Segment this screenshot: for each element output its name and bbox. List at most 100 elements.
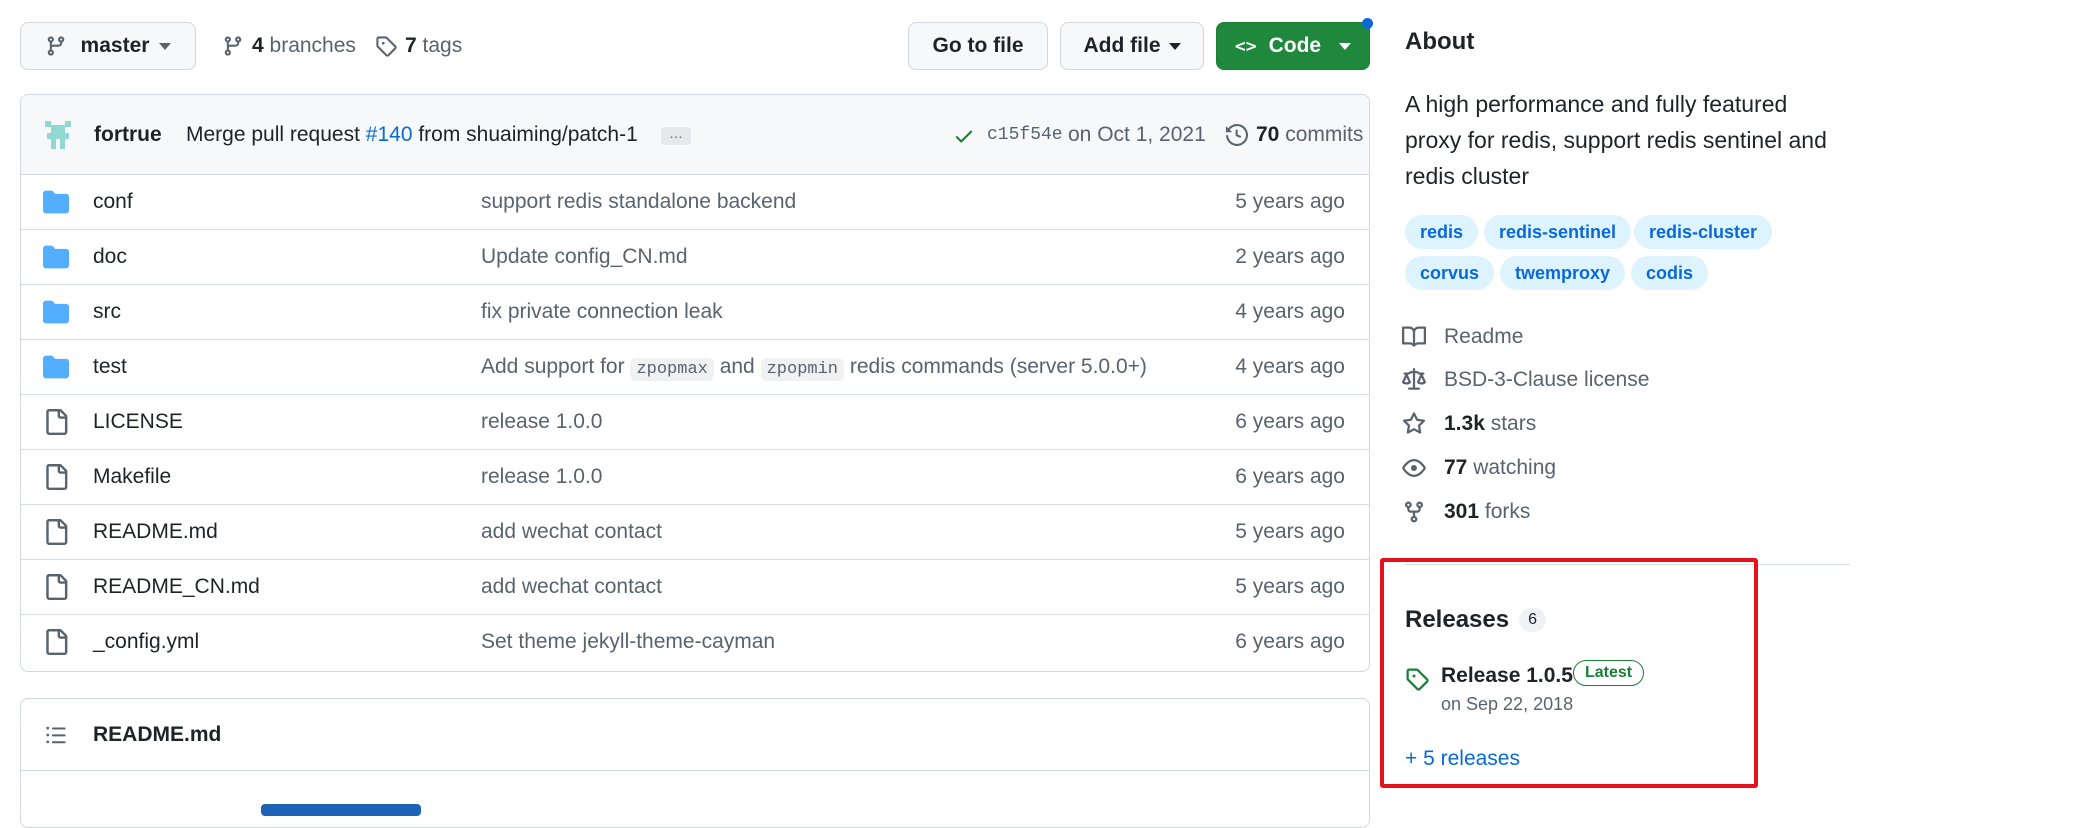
folder-icon (43, 245, 69, 269)
file-name[interactable]: conf (93, 190, 133, 214)
readme-logo-fragment (261, 804, 421, 816)
file-row-license[interactable]: LICENSE release 1.0.0 6 years ago (21, 395, 1369, 450)
file-commit-message[interactable]: add wechat contact (481, 520, 662, 544)
file-icon (46, 574, 68, 600)
latest-release-date: on Sep 22, 2018 (1441, 694, 1574, 714)
branch-name: master (80, 34, 150, 57)
inline-code: zpopmin (760, 358, 845, 381)
releases-count-badge: 6 (1519, 608, 1546, 632)
file-commit-message[interactable]: release 1.0.0 (481, 465, 602, 489)
readme-title[interactable]: README.md (93, 723, 221, 747)
folder-icon (43, 355, 69, 379)
file-row-doc[interactable]: doc Update config_CN.md 2 years ago (21, 230, 1369, 285)
book-icon (1402, 326, 1426, 347)
file-name[interactable]: Makefile (93, 465, 171, 489)
file-row-test[interactable]: test Add support for zpopmax and zpopmin… (21, 340, 1369, 395)
code-label: Code (1268, 34, 1322, 57)
file-commit-message[interactable]: add wechat contact (481, 575, 662, 599)
commit-message[interactable]: Merge pull request #140 from shuaiming/p… (186, 123, 638, 147)
message-text: Add support for (481, 355, 625, 378)
description-line: A high performance and fully featured (1405, 91, 1788, 117)
commit-author[interactable]: fortrue (94, 123, 162, 147)
forks-link[interactable]: 301 forks (1402, 500, 1530, 524)
stars-count: 1.3k (1444, 412, 1485, 435)
commits-history-link[interactable]: 70 commits (1226, 123, 1363, 147)
branches-count: 4 (252, 34, 264, 57)
file-name[interactable]: LICENSE (93, 410, 183, 434)
commits-count: 70 (1256, 123, 1280, 146)
description-line: proxy for redis, support redis sentinel … (1405, 127, 1827, 153)
repo-forked-icon (1405, 501, 1423, 523)
file-row-readme[interactable]: README.md add wechat contact 5 years ago (21, 505, 1369, 560)
about-heading: About (1405, 28, 1475, 55)
notification-dot (1362, 18, 1373, 29)
file-age: 6 years ago (1235, 630, 1345, 653)
stars-link[interactable]: 1.3k stars (1402, 412, 1536, 436)
file-name[interactable]: test (93, 355, 127, 379)
license-label: BSD-3-Clause license (1444, 368, 1650, 391)
file-icon (46, 519, 68, 545)
list-icon[interactable] (45, 724, 67, 746)
eye-icon (1402, 459, 1426, 477)
commit-message-text: Merge pull request (186, 123, 360, 146)
tags-label: tags (422, 34, 463, 57)
latest-commit-bar: fortrue Merge pull request #140 from shu… (21, 95, 1369, 175)
file-icon (46, 629, 68, 655)
tags-link[interactable]: 7 tags (375, 34, 462, 58)
folder-icon (43, 300, 69, 324)
avatar[interactable] (41, 117, 75, 151)
file-commit-message[interactable]: release 1.0.0 (481, 410, 602, 434)
commit-pr-link[interactable]: #140 (366, 123, 413, 146)
topic-tag[interactable]: corvus (1405, 256, 1495, 290)
message-text: redis commands (server 5.0.0+) (849, 355, 1147, 378)
file-row-makefile[interactable]: Makefile release 1.0.0 6 years ago (21, 450, 1369, 505)
about-description: A high performance and fully featured pr… (1405, 86, 1827, 194)
file-row-src[interactable]: src fix private connection leak 4 years … (21, 285, 1369, 340)
chevron-down-icon (159, 42, 172, 50)
file-age: 5 years ago (1235, 190, 1345, 213)
file-name[interactable]: src (93, 300, 121, 324)
file-age: 4 years ago (1235, 355, 1345, 378)
latest-release-link[interactable]: Release 1.0.5 (1441, 664, 1573, 688)
branches-link[interactable]: 4 branches (222, 34, 356, 58)
file-name[interactable]: README_CN.md (93, 575, 260, 599)
folder-icon (43, 190, 69, 214)
commits-label: commits (1285, 123, 1364, 146)
watching-link[interactable]: 77 watching (1402, 456, 1556, 480)
releases-heading[interactable]: Releases 6 (1405, 606, 1546, 634)
go-to-file-button[interactable]: Go to file (908, 22, 1048, 70)
file-age: 6 years ago (1235, 410, 1345, 433)
code-button[interactable]: <> Code (1216, 22, 1370, 70)
commit-sha[interactable]: c15f54e (987, 125, 1063, 145)
commit-expand-button[interactable]: … (661, 126, 691, 145)
file-name[interactable]: doc (93, 245, 127, 269)
file-age: 5 years ago (1235, 520, 1345, 543)
file-row-conf[interactable]: conf support redis standalone backend 5 … (21, 175, 1369, 230)
add-file-button[interactable]: Add file (1060, 22, 1204, 70)
branch-select-button[interactable]: master (20, 22, 196, 70)
topic-tag[interactable]: redis-cluster (1634, 215, 1773, 249)
topic-tag[interactable]: redis (1405, 215, 1479, 249)
readme-link[interactable]: Readme (1402, 325, 1523, 349)
git-branch-icon (47, 36, 64, 56)
file-row-readme-cn[interactable]: README_CN.md add wechat contact 5 years … (21, 560, 1369, 615)
readme-panel: README.md (20, 698, 1370, 828)
topic-tag[interactable]: redis-sentinel (1484, 215, 1632, 249)
file-list-panel: fortrue Merge pull request #140 from shu… (20, 94, 1370, 672)
file-commit-message[interactable]: Update config_CN.md (481, 245, 688, 269)
license-link[interactable]: BSD-3-Clause license (1402, 368, 1649, 392)
file-commit-message[interactable]: fix private connection leak (481, 300, 723, 324)
file-commit-message[interactable]: Add support for zpopmax and zpopmin redi… (481, 355, 1147, 381)
file-row-config[interactable]: _config.yml Set theme jekyll-theme-cayma… (21, 615, 1369, 670)
topic-tag[interactable]: twemproxy (1500, 256, 1626, 290)
more-releases-link[interactable]: + 5 releases (1405, 747, 1520, 771)
file-name[interactable]: _config.yml (93, 630, 199, 654)
file-commit-message[interactable]: support redis standalone backend (481, 190, 796, 214)
topic-tag[interactable]: codis (1631, 256, 1709, 290)
file-age: 5 years ago (1235, 575, 1345, 598)
tag-icon (1406, 668, 1429, 691)
file-name[interactable]: README.md (93, 520, 218, 544)
file-commit-message[interactable]: Set theme jekyll-theme-cayman (481, 630, 775, 654)
description-line: redis cluster (1405, 163, 1529, 189)
commit-message-rest: from shuaiming/patch-1 (418, 123, 638, 146)
